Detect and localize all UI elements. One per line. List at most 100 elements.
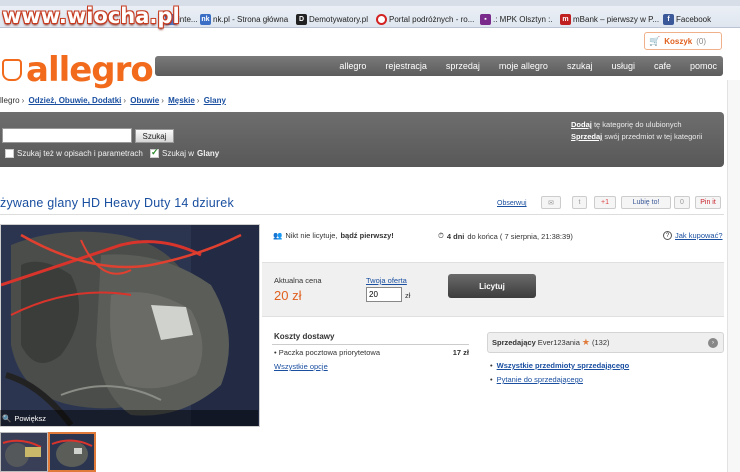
nav-sprzedaj[interactable]: sprzedaj [446,61,480,71]
search-in-category-prefix: Szukaj w [162,149,195,158]
bids-text: Nikt nie licytuje, [285,231,338,240]
search-panel: Szukaj Szukaj też w opisach i parametrac… [0,112,724,167]
target-icon [376,13,387,25]
seller-all-items-link[interactable]: Wszystkie przedmioty sprzedającego [497,361,630,370]
people-icon: 👥 [273,231,283,240]
thumbnail-1[interactable] [0,432,48,472]
chevron-right-icon[interactable]: › [708,338,718,348]
shipping-option: • Paczka pocztowa priorytetowa 17 zł [274,348,469,357]
watermark: www.wiocha.pl [2,4,180,28]
time-left-text: do końca ( 7 sierpnia, 21:38:39) [467,231,573,241]
cart-count: (0) [696,36,707,46]
current-price: 20 zł [274,288,302,303]
cart-button[interactable]: 🛒 Koszyk (0) [644,32,722,50]
pinterest-button[interactable]: Pin it [695,196,721,209]
main-nav: allegro rejestracja sprzedaj moje allegr… [155,56,723,76]
seller-panel[interactable]: Sprzedający Ever123ania ★ (132) › [487,332,724,353]
cart-icon: 🛒 [649,35,661,46]
search-in-category-checkbox[interactable] [150,147,159,158]
bookmark-demotywatory[interactable]: D Demotywatory.pl [296,12,368,26]
tuenti-share-icon[interactable]: t [572,196,587,209]
thumbnail-2-image [50,434,94,470]
how-to-buy[interactable]: ? Jak kupować? [663,231,723,240]
nav-pomoc[interactable]: pomoc [690,61,717,71]
browser-window: e inte... nk nk.pl - Strona główna D Dem… [0,0,740,472]
search-descriptions-label: Szukaj też w opisach i parametrach [17,149,143,158]
search-in-category-name: Glany [197,149,220,158]
zoom-label: Powiększ [14,413,47,423]
bookmarks-bar: e inte... nk nk.pl - Strona główna D Dem… [0,0,740,28]
add-category-text: tę kategorię do ulubionych [593,120,682,129]
seller-name: Ever123ania [537,338,580,347]
nav-uslugi[interactable]: usługi [611,61,635,71]
your-offer-link[interactable]: Twoja oferta [366,276,407,285]
gplus-button[interactable]: +1 [594,196,616,209]
seller-ask-link[interactable]: Pytanie do sprzedającego [497,375,583,384]
facebook-like-button[interactable]: Lubię to! [621,196,671,209]
sell-in-category-link[interactable]: Sprzedaj [571,132,602,141]
offer-unit: zł [405,291,411,300]
time-left: ⏱ 4 dni do końca ( 7 sierpnia, 21:38:39) [438,231,573,241]
breadcrumb-odziez[interactable]: Odzież, Obuwie, Dodatki [28,96,121,105]
star-icon: ★ [581,337,590,347]
d-icon: D [296,13,307,25]
seller-ask: • Pytanie do sprzedającego [490,375,583,384]
clock-icon: ⏱ [438,231,444,240]
shipping-cost: 17 zł [452,348,469,357]
breadcrumb: llegro › Odzież, Obuwie, Dodatki › Obuwie ›… [0,96,226,105]
price-label: Aktualna cena [274,276,322,285]
sell-in-category-text: swój przedmiot w tej kategorii [604,132,703,141]
bookmark-portal-podroznych[interactable]: Portal podróżnych - ro... [376,12,474,26]
search-button[interactable]: Szukaj [135,129,174,143]
nav-allegro[interactable]: allegro [339,61,366,71]
how-to-buy-link[interactable]: Jak kupować? [675,231,723,240]
nav-szukaj[interactable]: szukaj [567,61,593,71]
nav-rejestracja[interactable]: rejestracja [385,61,427,71]
bookmark-mpk[interactable]: ▪ .: MPK Olsztyn :. [480,12,553,26]
bids-status: 👥 Nikt nie licytuje, bądź pierwszy! [273,231,394,240]
help-icon: ? [663,231,672,240]
boots-image [1,225,259,426]
category-actions: Dodaj tę kategorię do ulubionych Sprzeda… [571,119,702,143]
nav-moje-allegro[interactable]: moje allegro [499,61,548,71]
zoom-button[interactable]: 🔍 Powiększ [0,410,258,426]
search-descriptions-checkbox[interactable] [5,149,14,158]
bookmark-nk[interactable]: nk nk.pl - Strona główna [200,12,288,26]
shipping-divider [272,344,469,345]
thumbnail-2[interactable] [48,432,96,472]
breadcrumb-meskie[interactable]: Męskie [168,96,195,105]
bids-cta: bądź pierwszy! [340,231,394,240]
search-input[interactable] [2,128,132,143]
title-divider [0,214,724,215]
bus-icon: ▪ [480,13,491,25]
offer-input[interactable]: 20 [366,287,402,302]
cart-label: Koszyk [664,36,693,46]
seller-rating: (132) [591,338,610,347]
magnifier-icon: 🔍 [2,413,12,423]
time-left-days: 4 dni [446,231,465,241]
bid-button[interactable]: Licytuj [448,274,536,298]
shipping-title: Koszty dostawy [274,332,335,341]
all-shipping-options-link[interactable]: Wszystkie opcje [274,362,328,371]
price-panel: Aktualna cena 20 zł Twoja oferta 20 zł L… [262,262,724,317]
nav-cafe[interactable]: cafe [654,61,671,71]
thumbnail-1-image [1,433,47,471]
item-photo[interactable] [0,224,260,427]
seller-all-items: • Wszystkie przedmioty sprzedającego [490,361,630,370]
breadcrumb-glany[interactable]: Glany [204,96,226,105]
facebook-like-count: 0 [674,196,690,209]
search-in-category-option: Szukaj w Glany [150,147,220,158]
item-title: żywane glany HD Heavy Duty 14 dziurek [0,196,234,210]
add-category-link[interactable]: Dodaj [571,120,592,129]
nk-icon: nk [200,13,211,25]
observe-link[interactable]: Obserwuj [497,200,527,207]
seller-label: Sprzedający [492,338,536,347]
bookmark-facebook[interactable]: f Facebook [663,12,711,26]
allegro-logo[interactable]: allegro [2,50,154,90]
breadcrumb-obuwie[interactable]: Obuwie [130,96,159,105]
email-share-icon[interactable]: ✉ [541,196,561,209]
breadcrumb-root[interactable]: llegro [0,96,20,105]
hand-icon [2,59,22,81]
mbank-icon: m [560,13,571,25]
bookmark-mbank[interactable]: m mBank – pierwszy w P... [560,12,659,26]
